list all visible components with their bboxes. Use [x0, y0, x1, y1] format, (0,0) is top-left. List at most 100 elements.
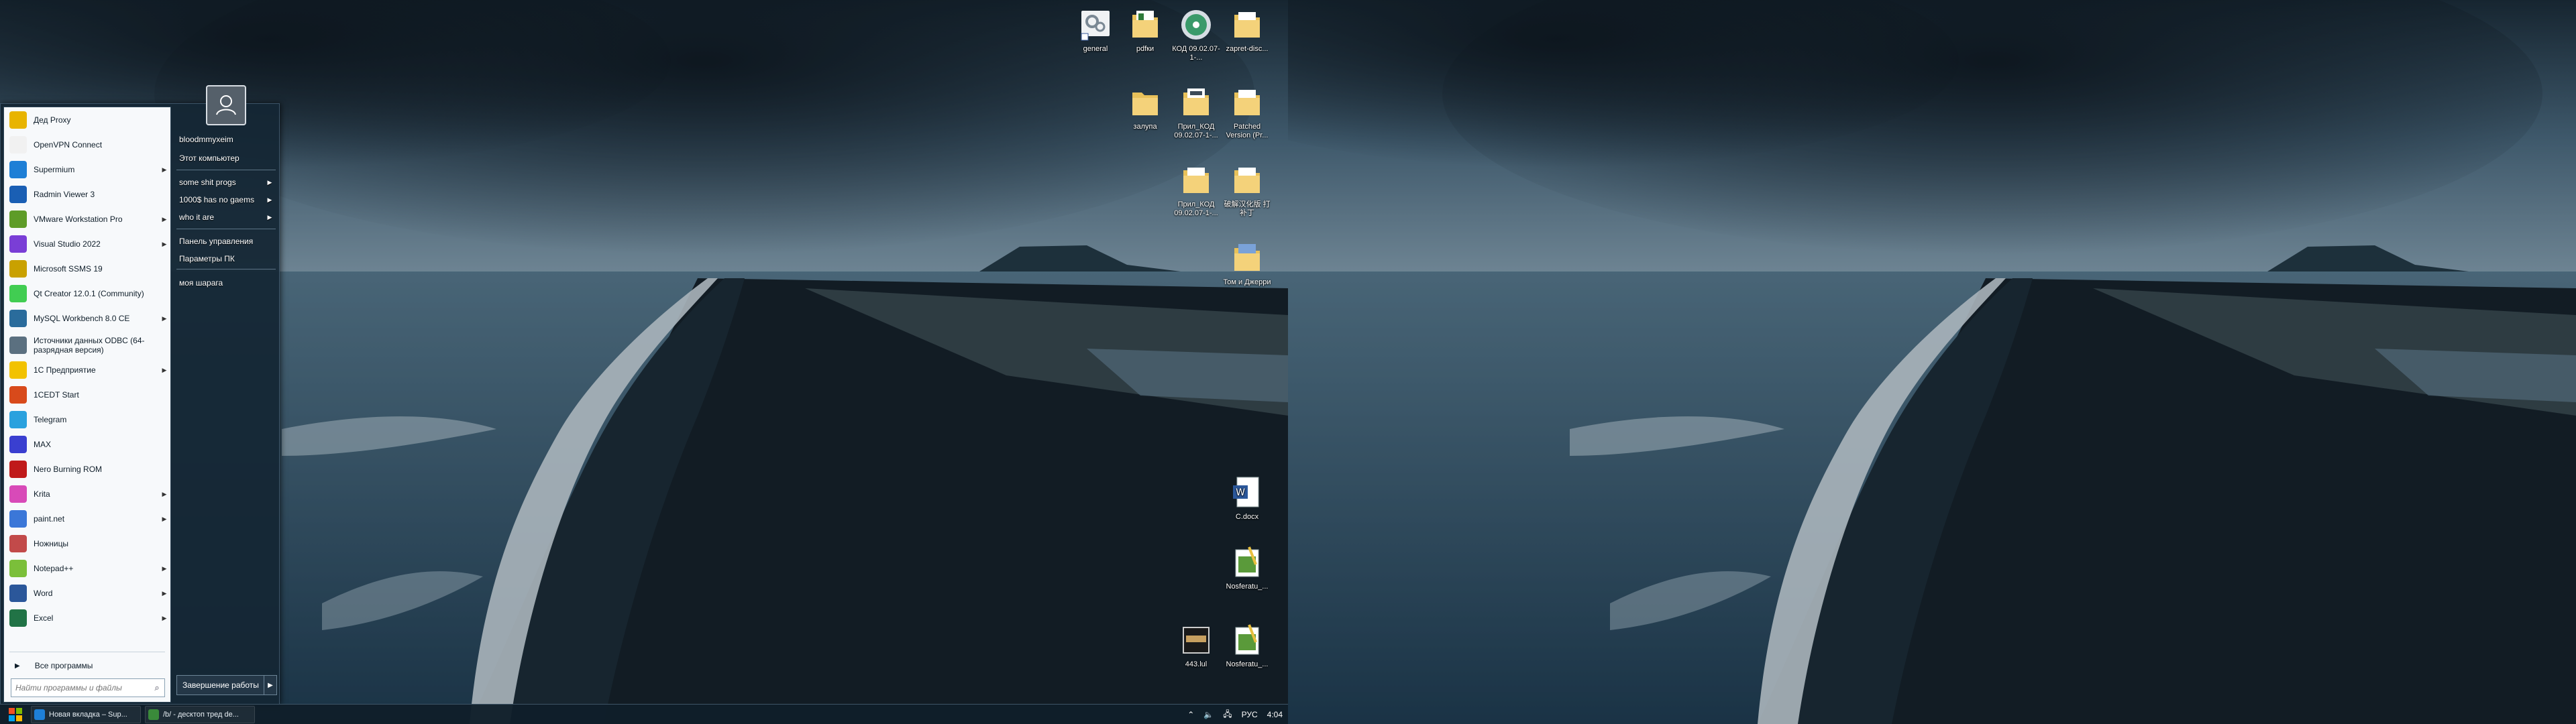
desktop-icon-kod-disc[interactable]: КОД 09.02.07-1-...	[1171, 7, 1221, 62]
chevron-right-icon: ▶	[268, 681, 273, 689]
network-icon[interactable]: 🖧	[1223, 708, 1232, 722]
app-icon	[9, 260, 27, 278]
folder-icon	[1234, 168, 1260, 193]
all-programs-label: Все программы	[34, 661, 93, 670]
app-icon	[9, 386, 27, 404]
program-label: Источники данных ODBC (64-разрядная верс…	[34, 336, 145, 355]
places-label: who it are	[179, 213, 215, 222]
taskbar-window-button[interactable]: Новая вкладка – Sup...	[31, 706, 141, 723]
program-item[interactable]: Krita ▶	[5, 483, 169, 505]
desktop-icon-tom-jerry-folder[interactable]: Том и Джерри	[1222, 240, 1272, 287]
app-icon	[9, 485, 27, 503]
shutdown-options-button[interactable]: ▶	[264, 676, 276, 695]
desktop-icon-label: С.docx	[1235, 513, 1259, 521]
program-item[interactable]: Radmin Viewer 3	[5, 183, 169, 206]
all-programs-button[interactable]: ▶ Все программы	[5, 656, 169, 676]
taskbar-items: Новая вкладка – Sup... /b/ - десктоп тред…	[27, 706, 255, 723]
desktop-icon-crack-folder[interactable]: 破解汉化版 打补丁	[1222, 162, 1272, 218]
program-item[interactable]: MAX	[5, 433, 169, 456]
places-label: Панель управления	[179, 237, 254, 246]
places-label: some shit progs	[179, 178, 236, 187]
program-label: Radmin Viewer 3	[34, 190, 95, 199]
program-item[interactable]: Qt Creator 12.0.1 (Community)	[5, 282, 169, 305]
desktop-icon-nosferatu-1[interactable]: Nosferatu_...	[1222, 544, 1272, 591]
program-item[interactable]: 1CEDT Start	[5, 383, 169, 406]
desktop-icon-general[interactable]: general	[1071, 7, 1120, 54]
desktop-icon-label: zapret-disc...	[1226, 45, 1269, 53]
app-icon	[9, 310, 27, 327]
app-icon	[9, 111, 27, 129]
language-indicator[interactable]: РУС	[1242, 710, 1258, 719]
program-item[interactable]: Microsoft SSMS 19	[5, 257, 169, 280]
desktop-icon-zalupa-folder[interactable]: залупа	[1120, 84, 1170, 131]
search-box[interactable]: ⌕	[11, 678, 165, 697]
chevron-right-icon: ▶	[162, 366, 167, 373]
program-item[interactable]: Excel ▶	[5, 607, 169, 629]
chevron-right-icon: ▶	[162, 240, 167, 247]
desktop-icon-label: general	[1083, 45, 1108, 53]
desktop-icon-zapret-folder[interactable]: zapret-disc...	[1222, 7, 1272, 54]
user-avatar[interactable]	[206, 85, 246, 125]
program-item[interactable]: paint.net ▶	[5, 507, 169, 530]
app-icon	[34, 709, 45, 720]
program-item[interactable]: VMware Workstation Pro ▶	[5, 208, 169, 231]
desktop-icon-patched-folder[interactable]: Patched Version (Pr...	[1222, 84, 1272, 140]
places-item[interactable]: Панель управления	[176, 233, 274, 250]
program-item[interactable]: MySQL Workbench 8.0 CE ▶	[5, 307, 169, 330]
places-item[interactable]: 1000$ has no gaems ▶	[176, 191, 274, 208]
disc-icon	[1181, 10, 1211, 40]
clock[interactable]: 4:04	[1267, 710, 1283, 719]
program-item[interactable]: 1С Предприятие ▶	[5, 359, 169, 381]
chevron-right-icon: ▶	[162, 166, 167, 173]
desktop-icon-pril-kod-folder[interactable]: Прил_КОД 09.02.07-1-...	[1171, 84, 1221, 140]
program-item[interactable]: Дед Proxy	[5, 109, 169, 131]
program-item[interactable]: Notepad++ ▶	[5, 557, 169, 580]
program-item[interactable]: Supermium ▶	[5, 158, 169, 181]
program-label: Qt Creator 12.0.1 (Community)	[34, 289, 144, 298]
app-icon	[9, 411, 27, 428]
program-item[interactable]: Telegram	[5, 408, 169, 431]
windows-logo-icon	[9, 708, 22, 721]
taskbar: Новая вкладка – Sup... /b/ - десктоп тред…	[0, 704, 1288, 724]
start-button[interactable]	[4, 705, 27, 724]
speaker-icon[interactable]: 🔈	[1203, 710, 1214, 719]
places-item[interactable]: Параметры ПК	[176, 250, 274, 267]
program-label: OpenVPN Connect	[34, 140, 103, 149]
program-item[interactable]: OpenVPN Connect	[5, 133, 169, 156]
places-item[interactable]: bloodmmyxeim	[176, 131, 274, 148]
app-icon	[9, 210, 27, 228]
desktop-icon-pdf-folder[interactable]: pdfки	[1120, 7, 1170, 54]
wallpaper	[1288, 0, 2576, 724]
program-item[interactable]: Ножницы	[5, 532, 169, 555]
shutdown-button[interactable]: Завершение работы	[177, 676, 264, 695]
program-label: Nero Burning ROM	[34, 465, 103, 474]
app-icon	[9, 361, 27, 379]
program-item[interactable]: Nero Burning ROM	[5, 458, 169, 481]
svg-text:W: W	[1236, 487, 1245, 498]
word-document-icon: W	[1233, 477, 1259, 507]
places-item[interactable]: who it are ▶	[176, 208, 274, 226]
places-item[interactable]: моя шарага	[176, 274, 274, 292]
desktop-icon-label: 443.lul	[1185, 660, 1208, 668]
places-item[interactable]: some shit progs ▶	[176, 174, 274, 191]
program-item[interactable]: Visual Studio 2022 ▶	[5, 233, 169, 255]
desktop-icon-nosferatu-2[interactable]: Nosferatu_...	[1222, 622, 1272, 669]
program-label: VMware Workstation Pro	[34, 215, 123, 224]
chevron-right-icon: ▶	[267, 178, 272, 186]
folder-icon	[1234, 90, 1260, 115]
desktop-icon-c-docx[interactable]: W С.docx	[1222, 475, 1272, 522]
image-file-icon	[1235, 546, 1259, 577]
program-item[interactable]: Источники данных ODBC (64-разрядная верс…	[5, 332, 169, 359]
desktop-icon-pril-kod-folder-2[interactable]: Прил_КОД 09.02.07-1-...	[1171, 162, 1221, 218]
search-input[interactable]	[11, 680, 150, 696]
chevron-right-icon: ▶	[267, 196, 272, 203]
taskbar-window-button[interactable]: /b/ - десктоп тред de...	[145, 706, 255, 723]
tray-chevron-icon[interactable]: ⌃	[1187, 710, 1194, 719]
program-label: Дед Proxy	[34, 115, 71, 125]
program-label: Word	[34, 589, 53, 598]
program-item[interactable]: Word ▶	[5, 582, 169, 605]
desktop-icon-label: Nosferatu_...	[1226, 583, 1269, 591]
places-item[interactable]: Этот компьютер	[176, 149, 274, 167]
app-icon	[9, 285, 27, 302]
desktop-icon-443-lul[interactable]: 443.lul	[1171, 622, 1221, 669]
